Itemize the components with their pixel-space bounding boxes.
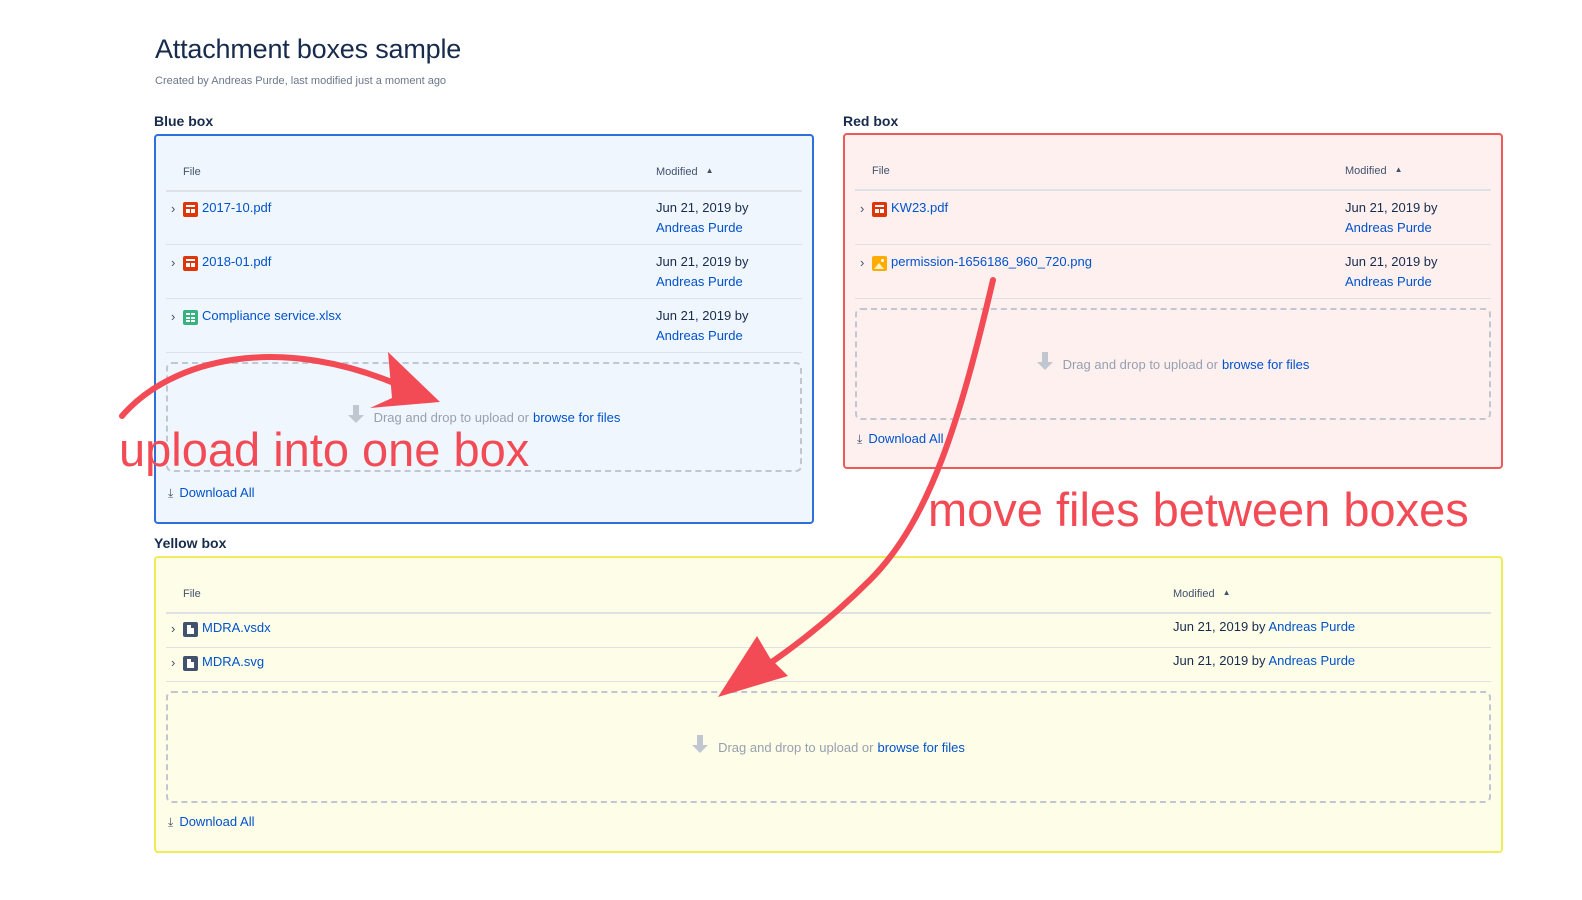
column-modified[interactable]: Modified ▲ [1173,588,1231,600]
modified-info: Jun 21, 2019 by Andreas Purde [656,254,749,289]
download-icon: ⤓ [168,486,174,500]
file-link[interactable]: permission-1656186_960_720.png [891,254,1092,269]
chevron-right-icon[interactable]: › [171,309,175,324]
browse-files-link[interactable]: browse for files [1222,357,1309,372]
upload-dropzone[interactable]: Drag and drop to upload or browse for fi… [166,691,1491,803]
page-title: Attachment boxes sample [155,34,462,64]
download-icon: ⤓ [857,432,863,446]
table-header: File Modified ▲ [855,163,1491,191]
download-all-link[interactable]: ⤓ Download All [168,485,254,501]
download-arrow-icon [1036,352,1053,372]
browse-files-link[interactable]: browse for files [877,740,964,755]
modified-info: Jun 21, 2019 by Andreas Purde [1345,200,1438,235]
user-link[interactable]: Andreas Purde [1345,220,1432,235]
user-link[interactable]: Andreas Purde [1268,653,1355,668]
caret-up-icon: ▲ [1394,165,1403,174]
file-icon [183,656,198,671]
user-link[interactable]: Andreas Purde [656,220,743,235]
file-icon [183,622,198,637]
download-icon: ⤓ [168,815,174,829]
file-link[interactable]: 2017-10.pdf [202,200,271,215]
page-meta: Created by Andreas Purde, last modified … [155,75,447,87]
red-attachment-box: File Modified ▲ › KW23.pdf Jun 21, 2019 b… [843,133,1503,469]
file-link[interactable]: MDRA.svg [202,654,264,669]
upload-dropzone[interactable]: Drag and drop to upload or browse for fi… [855,308,1491,420]
download-all-link[interactable]: ⤓ Download All [168,814,254,830]
user-link[interactable]: Andreas Purde [656,274,743,289]
chevron-right-icon[interactable]: › [171,655,175,670]
annotation-upload: upload into one box [119,423,530,476]
table-row: › MDRA.vsdx Jun 21, 2019 by Andreas Purd… [166,614,1491,648]
modified-info: Jun 21, 2019 by Andreas Purde [1345,254,1438,289]
table-row: › MDRA.svg Jun 21, 2019 by Andreas Purde [166,648,1491,682]
caret-up-icon: ▲ [705,166,714,175]
table-row: › KW23.pdf Jun 21, 2019 by Andreas Purde [855,192,1491,245]
chevron-right-icon[interactable]: › [171,201,175,216]
user-link[interactable]: Andreas Purde [656,328,743,343]
download-all-link[interactable]: ⤓ Download All [857,431,943,447]
chevron-right-icon[interactable]: › [171,621,175,636]
modified-info: Jun 21, 2019 by Andreas Purde [1173,619,1356,634]
blue-box-label: Blue box [154,113,214,129]
column-modified[interactable]: Modified ▲ [656,166,714,178]
download-arrow-icon [692,735,709,755]
user-link[interactable]: Andreas Purde [1268,619,1355,634]
chevron-right-icon[interactable]: › [860,255,864,270]
column-file[interactable]: File [872,165,890,177]
browse-files-link[interactable]: browse for files [533,410,620,425]
table-row: › 2018-01.pdf Jun 21, 2019 by Andreas Pur… [166,246,802,299]
file-link[interactable]: 2018-01.pdf [202,254,271,269]
column-file[interactable]: File [183,166,201,178]
pdf-file-icon [183,256,198,271]
red-box-label: Red box [843,113,899,129]
image-file-icon [872,256,887,271]
chevron-right-icon[interactable]: › [171,255,175,270]
modified-info: Jun 21, 2019 by Andreas Purde [656,200,749,235]
pdf-file-icon [872,202,887,217]
yellow-box-label: Yellow box [154,535,227,551]
column-file[interactable]: File [183,588,201,600]
annotation-move: move files between boxes [928,483,1469,536]
chevron-right-icon[interactable]: › [860,201,864,216]
file-link[interactable]: Compliance service.xlsx [202,308,341,323]
column-modified[interactable]: Modified ▲ [1345,165,1403,177]
caret-up-icon: ▲ [1222,588,1231,597]
pdf-file-icon [183,202,198,217]
modified-info: Jun 21, 2019 by Andreas Purde [656,308,749,343]
table-header: File Modified ▲ [166,164,802,192]
table-row: › Compliance service.xlsx Jun 21, 2019 b… [166,300,802,353]
table-row: › permission-1656186_960_720.png Jun 21,… [855,246,1491,299]
spreadsheet-file-icon [183,310,198,325]
yellow-attachment-box: File Modified ▲ › MDRA.vsdx Jun 21, 2019 … [154,556,1503,853]
file-link[interactable]: MDRA.vsdx [202,620,271,635]
user-link[interactable]: Andreas Purde [1345,274,1432,289]
table-row: › 2017-10.pdf Jun 21, 2019 by Andreas Pur… [166,192,802,245]
modified-info: Jun 21, 2019 by Andreas Purde [1173,653,1356,668]
table-header: File Modified ▲ [166,586,1491,614]
file-link[interactable]: KW23.pdf [891,200,948,215]
